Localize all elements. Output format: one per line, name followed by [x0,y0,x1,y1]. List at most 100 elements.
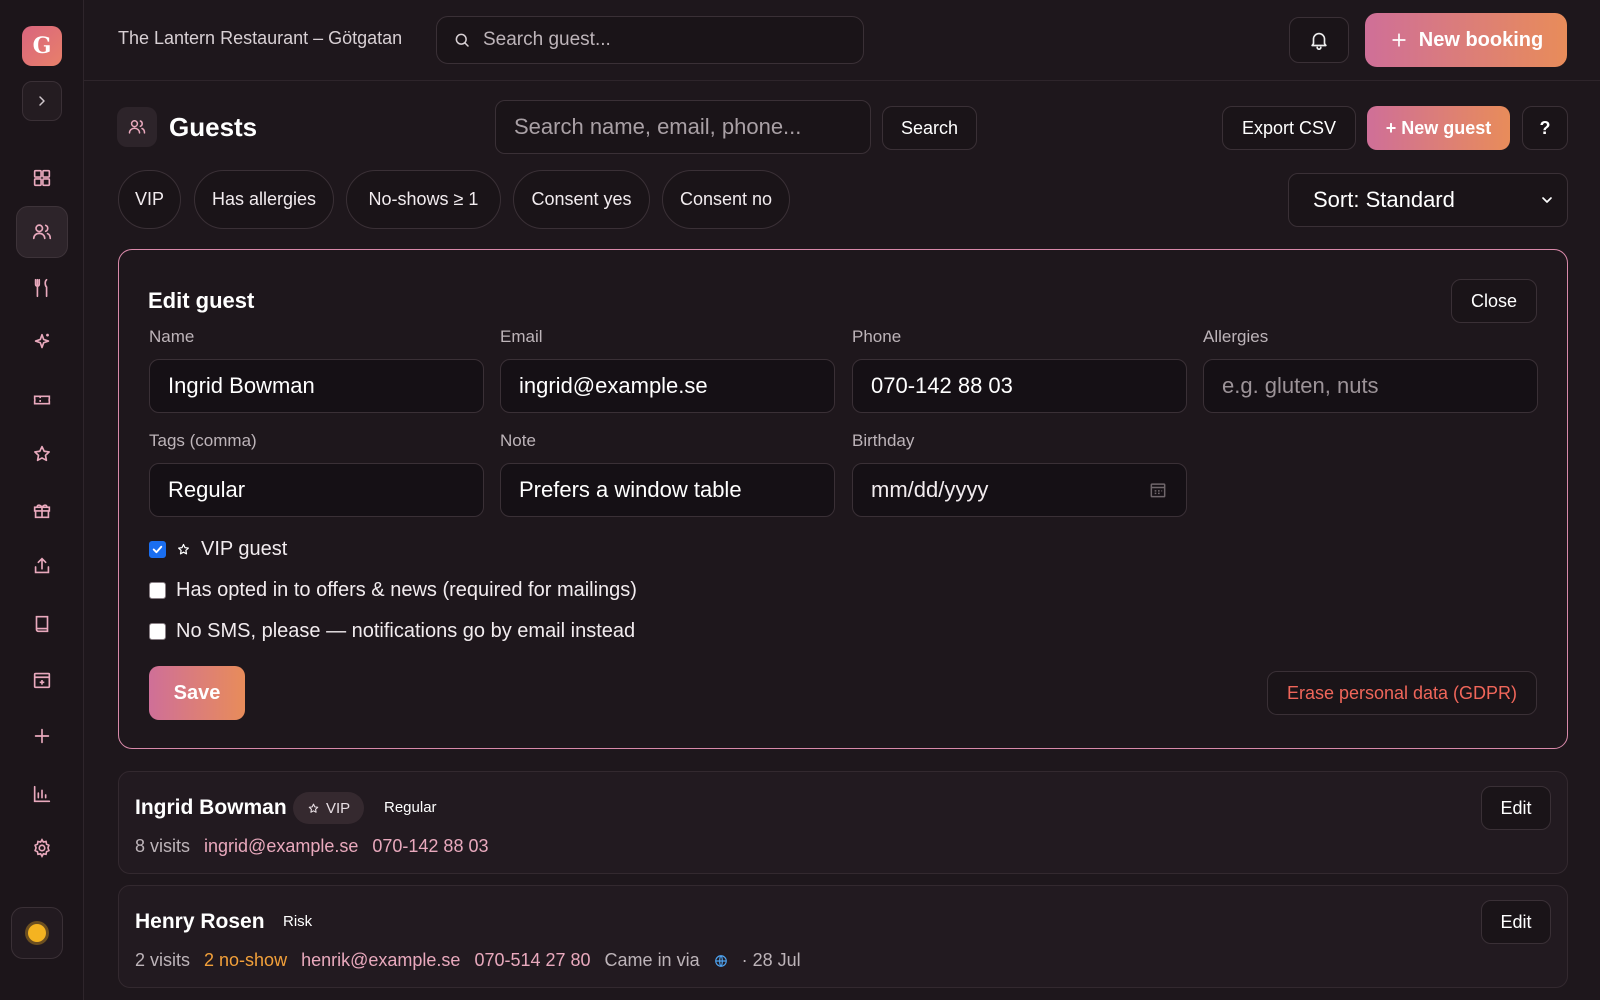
sidebar-item-reports[interactable] [16,768,68,820]
expand-sidebar-button[interactable] [22,81,62,121]
allergies-label: Allergies [1203,327,1269,346]
sidebar-item-settings[interactable] [16,822,68,874]
plus-icon [1392,33,1406,47]
save-button[interactable]: Save [149,666,245,720]
ticket-icon [33,395,51,405]
sidebar-item-tables[interactable] [16,262,68,314]
vip-badge-label: VIP [326,799,351,817]
erase-gdpr-button[interactable]: Erase personal data (GDPR) [1267,671,1537,715]
guest-visits: 2 visits [135,950,191,970]
book-icon [35,615,49,633]
sidebar-item-schedule[interactable] [16,654,68,706]
sparkle-icon [34,333,50,349]
vip-checkbox-label: VIP guest [201,538,288,560]
birthday-placeholder: mm/dd/yyyy [871,477,989,502]
birthday-field[interactable]: mm/dd/yyyy [852,463,1187,517]
sidebar-item-gift-cards[interactable] [16,484,68,536]
sidebar-item-menu[interactable] [16,598,68,650]
guest-search-input[interactable] [495,100,871,154]
global-search[interactable] [436,16,864,64]
chevron-right-icon [39,96,45,106]
edit-guest-button[interactable]: Edit [1481,786,1551,830]
theme-toggle-button[interactable] [11,907,63,959]
new-guest-button[interactable]: + New guest [1367,106,1510,150]
help-button[interactable]: ? [1522,106,1568,150]
tags-field[interactable] [149,463,484,517]
guest-email[interactable]: ingrid@example.se [204,836,358,857]
no-sms-checkbox[interactable] [149,623,166,640]
restaurant-name[interactable]: The Lantern Restaurant – Götgatan [118,28,402,49]
guest-name[interactable]: Henry Rosen [135,910,265,934]
sidebar-item-export[interactable] [16,540,68,592]
cutlery-icon [34,278,48,298]
star-icon [178,543,189,555]
sidebar-item-highlights[interactable] [16,316,68,368]
star-icon [34,445,50,462]
email-field[interactable] [500,359,835,413]
guest-no-show: 2 no-show [204,950,288,970]
vip-checkbox[interactable] [149,541,166,558]
search-button[interactable]: Search [882,106,977,150]
sidebar-item-vouchers[interactable] [16,374,68,426]
birthday-label: Birthday [852,431,915,450]
edit-guest-button[interactable]: Edit [1481,900,1551,944]
grid-icon [33,169,51,187]
guest-visits: 8 visits [135,836,191,856]
globe-icon [714,954,728,968]
offers-checkbox-row[interactable]: Has opted in to offers & news (required … [149,579,637,602]
users-icon [32,224,52,240]
filter-chip-consent-yes[interactable]: Consent yes [513,170,650,229]
phone-label: Phone [852,327,902,346]
search-icon [455,33,469,47]
export-csv-button[interactable]: Export CSV [1222,106,1356,150]
calendar-plus-icon [33,672,51,689]
sidebar: G [0,0,84,1000]
filter-chip-no-shows[interactable]: No-shows ≥ 1 [346,170,501,229]
filter-chip-vip[interactable]: VIP [118,170,181,229]
tags-label: Tags (comma) [149,431,257,450]
new-booking-button[interactable]: New booking [1365,13,1567,67]
note-field[interactable] [500,463,835,517]
guest-meta: 8 visits ingrid@example.se 070-142 88 03 [135,836,488,857]
name-label: Name [149,327,195,346]
bar-chart-icon [33,785,51,803]
guest-email[interactable]: henrik@example.se [301,950,460,971]
guest-tag: Regular [384,799,437,816]
guest-meta: 2 visits 2 no-show henrik@example.se 070… [135,950,801,971]
guest-phone[interactable]: 070-142 88 03 [372,836,488,857]
calendar-icon[interactable] [1148,480,1168,500]
close-button[interactable]: Close [1451,279,1537,323]
sort-select[interactable]: Sort: Standard [1288,173,1568,227]
sidebar-item-guests[interactable] [16,206,68,258]
edit-guest-panel: Edit guest Close Name Email Phone Allerg… [118,249,1568,749]
guests-page-icon [117,107,157,147]
no-sms-checkbox-row[interactable]: No SMS, please — notifications go by ema… [149,620,635,643]
offers-checkbox-label: Has opted in to offers & news (required … [176,579,637,601]
sidebar-item-dashboard[interactable] [16,152,68,204]
guest-card[interactable]: Ingrid Bowman VIP Regular 8 visits ingri… [118,771,1568,874]
global-search-input[interactable] [483,29,843,51]
allergies-field[interactable] [1203,359,1538,413]
users-icon [128,120,146,134]
email-label: Email [500,327,543,346]
page-title: Guests [169,112,258,142]
guest-phone[interactable]: 070-514 27 80 [474,950,590,971]
guest-date: · 28 Jul [741,950,801,970]
phone-field[interactable] [852,359,1187,413]
guest-tag: Risk [283,913,313,930]
guest-card[interactable]: Henry Rosen Risk 2 visits 2 no-show henr… [118,885,1568,988]
upload-icon [34,557,50,574]
sidebar-item-reviews[interactable] [16,428,68,480]
filter-chip-allergies[interactable]: Has allergies [194,170,334,229]
sidebar-item-add[interactable] [16,710,68,762]
gear-icon [34,838,50,858]
star-icon [308,803,319,813]
notifications-button[interactable] [1289,17,1349,63]
app-logo[interactable]: G [22,26,62,66]
name-field[interactable] [149,359,484,413]
vip-checkbox-row[interactable]: VIP guest [149,538,287,561]
guest-name[interactable]: Ingrid Bowman [135,796,287,820]
guest-source-text: Came in via [604,950,700,970]
filter-chip-consent-no[interactable]: Consent no [662,170,790,229]
offers-checkbox[interactable] [149,582,166,599]
